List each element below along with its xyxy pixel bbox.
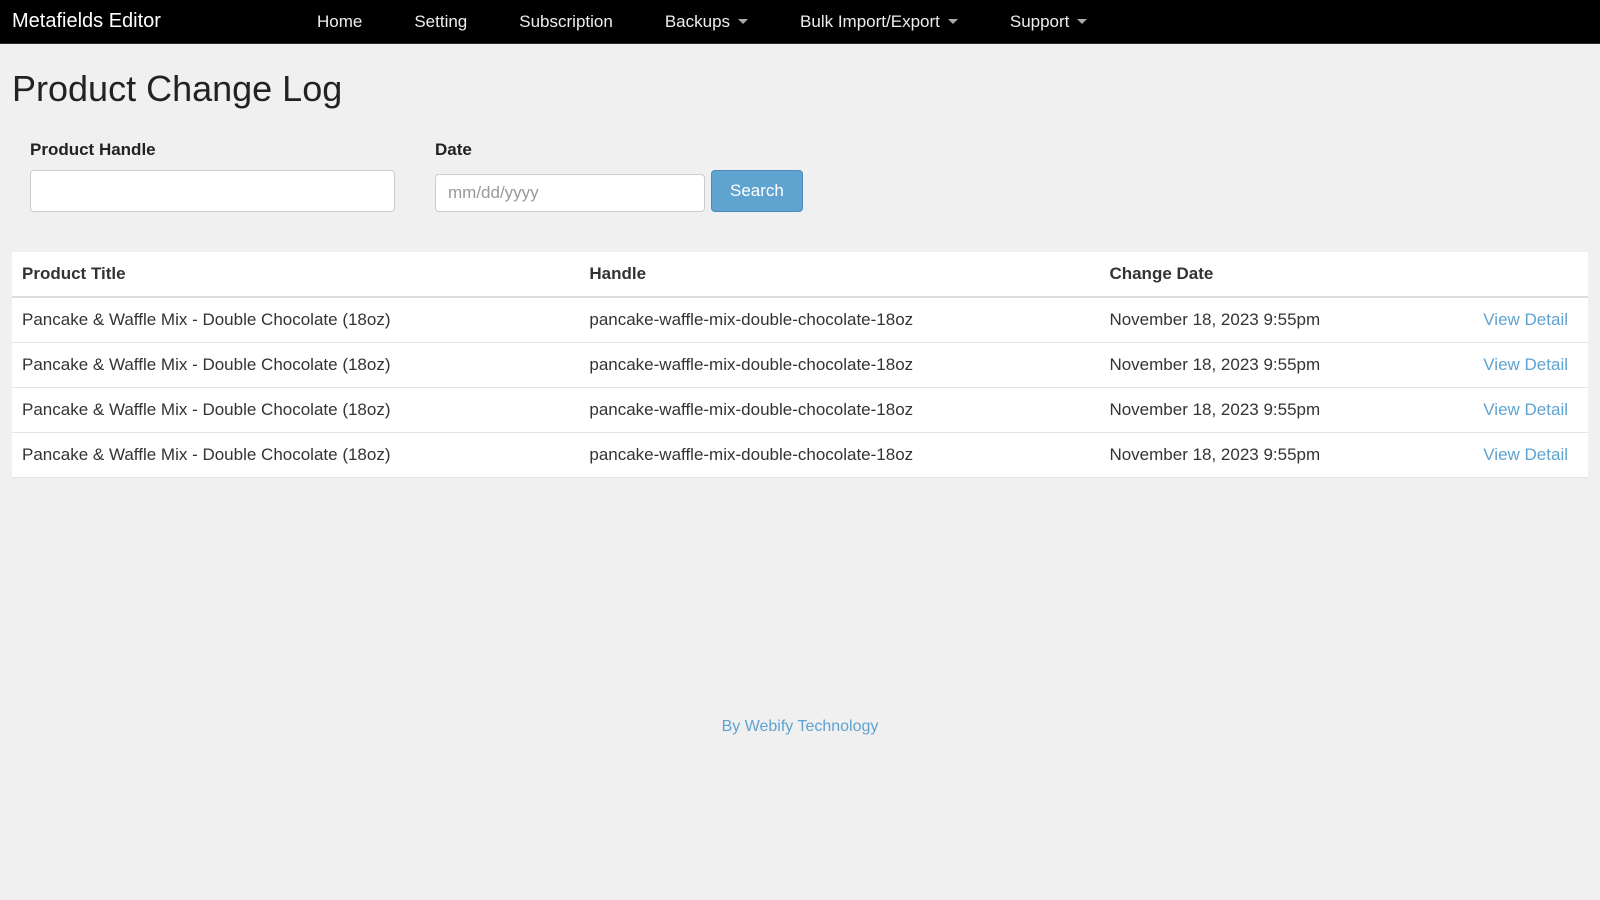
col-change-date: Change Date: [1099, 252, 1430, 297]
col-action: [1430, 252, 1588, 297]
app-brand: Metafields Editor: [12, 10, 161, 33]
chevron-down-icon: [1077, 19, 1087, 24]
cell-change-date: November 18, 2023 9:55pm: [1099, 343, 1430, 388]
changelog-table: Product Title Handle Change Date Pancake…: [12, 252, 1588, 478]
product-handle-label: Product Handle: [30, 140, 395, 160]
nav-backups-label: Backups: [665, 12, 730, 32]
cell-product-title: Pancake & Waffle Mix - Double Chocolate …: [12, 388, 579, 433]
col-handle: Handle: [579, 252, 1099, 297]
nav-support-label: Support: [1010, 12, 1070, 32]
view-detail-link[interactable]: View Detail: [1483, 400, 1568, 419]
cell-product-title: Pancake & Waffle Mix - Double Chocolate …: [12, 297, 579, 343]
date-search-row: Search: [435, 170, 803, 212]
footer-credit-link[interactable]: By Webify Technology: [722, 718, 879, 735]
date-label: Date: [435, 140, 803, 160]
table-row: Pancake & Waffle Mix - Double Chocolate …: [12, 433, 1588, 478]
nav-support[interactable]: Support: [1010, 12, 1088, 32]
nav-home[interactable]: Home: [317, 12, 362, 32]
cell-handle: pancake-waffle-mix-double-chocolate-18oz: [579, 433, 1099, 478]
product-handle-input[interactable]: [30, 170, 395, 212]
search-button[interactable]: Search: [711, 170, 803, 212]
page-title: Product Change Log: [0, 44, 1600, 128]
changelog-table-container: Product Title Handle Change Date Pancake…: [12, 252, 1588, 478]
nav-backups[interactable]: Backups: [665, 12, 748, 32]
cell-action: View Detail: [1430, 343, 1588, 388]
cell-action: View Detail: [1430, 388, 1588, 433]
chevron-down-icon: [948, 19, 958, 24]
filter-form: Product Handle Date Search: [0, 128, 1600, 252]
cell-handle: pancake-waffle-mix-double-chocolate-18oz: [579, 297, 1099, 343]
cell-product-title: Pancake & Waffle Mix - Double Chocolate …: [12, 343, 579, 388]
view-detail-link[interactable]: View Detail: [1483, 355, 1568, 374]
cell-change-date: November 18, 2023 9:55pm: [1099, 388, 1430, 433]
product-handle-group: Product Handle: [30, 140, 395, 212]
nav-bulk-label: Bulk Import/Export: [800, 12, 940, 32]
table-row: Pancake & Waffle Mix - Double Chocolate …: [12, 343, 1588, 388]
cell-action: View Detail: [1430, 297, 1588, 343]
view-detail-link[interactable]: View Detail: [1483, 445, 1568, 464]
nav-setting[interactable]: Setting: [414, 12, 467, 32]
table-header-row: Product Title Handle Change Date: [12, 252, 1588, 297]
nav-subscription[interactable]: Subscription: [519, 12, 613, 32]
date-input[interactable]: [435, 174, 705, 212]
nav-menu: Home Setting Subscription Backups Bulk I…: [291, 12, 1113, 32]
table-row: Pancake & Waffle Mix - Double Chocolate …: [12, 297, 1588, 343]
nav-bulk-import-export[interactable]: Bulk Import/Export: [800, 12, 958, 32]
cell-action: View Detail: [1430, 433, 1588, 478]
cell-change-date: November 18, 2023 9:55pm: [1099, 297, 1430, 343]
cell-change-date: November 18, 2023 9:55pm: [1099, 433, 1430, 478]
chevron-down-icon: [738, 19, 748, 24]
col-product-title: Product Title: [12, 252, 579, 297]
date-group-wrapper: Date Search: [435, 140, 803, 212]
view-detail-link[interactable]: View Detail: [1483, 310, 1568, 329]
cell-handle: pancake-waffle-mix-double-chocolate-18oz: [579, 343, 1099, 388]
cell-handle: pancake-waffle-mix-double-chocolate-18oz: [579, 388, 1099, 433]
table-row: Pancake & Waffle Mix - Double Chocolate …: [12, 388, 1588, 433]
cell-product-title: Pancake & Waffle Mix - Double Chocolate …: [12, 433, 579, 478]
top-navbar: Metafields Editor Home Setting Subscript…: [0, 0, 1600, 44]
footer: By Webify Technology: [0, 718, 1600, 736]
